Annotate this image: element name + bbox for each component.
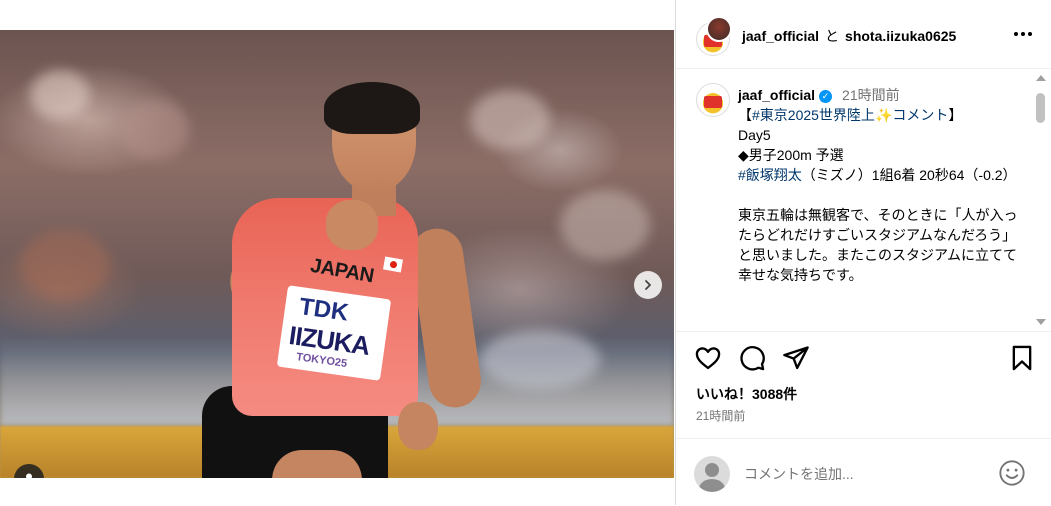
hashtag-link[interactable]: #東京2025世界陸上	[752, 107, 875, 123]
athlete-hand	[398, 402, 438, 450]
athlete-arm	[407, 225, 485, 411]
caption-timestamp: 21時間前	[842, 87, 900, 103]
paper-plane-icon	[783, 346, 809, 370]
caption-line: Day5	[738, 127, 771, 143]
sparkle-emoji: ✨	[874, 107, 893, 123]
verified-badge-icon: ✓	[819, 90, 833, 103]
caption-line: 【#東京2025世界陸上✨コメント】	[738, 105, 1022, 125]
caption-fragment: 【	[738, 107, 752, 123]
author-joiner: と	[825, 28, 840, 44]
post-authors: jaaf_official と shota.iizuka0625	[742, 26, 956, 46]
heart-icon	[695, 347, 721, 370]
scroll-down-arrow-icon[interactable]	[1036, 319, 1046, 325]
caption-line: ◆男子200m 予選	[738, 147, 844, 163]
emoji-button[interactable]	[998, 459, 1026, 487]
carousel-next-button[interactable]	[634, 271, 662, 299]
author-link[interactable]: jaaf_official	[742, 28, 819, 44]
caption-fragment: （ミズノ）1組6着 20秒64（-0.2）	[801, 167, 1017, 183]
caption-text: 【#東京2025世界陸上✨コメント】 Day5 ◆男子200m 予選 #飯塚翔太…	[738, 105, 1022, 285]
scroll-up-arrow-icon[interactable]	[1036, 75, 1046, 81]
avatar[interactable]	[706, 16, 732, 42]
caption-fragment: 】	[948, 107, 963, 123]
hashtag-link[interactable]: #飯塚翔太	[738, 167, 802, 183]
likes-count[interactable]: いいね！3088件	[696, 384, 797, 404]
comment-composer	[676, 438, 1051, 506]
avatar	[694, 456, 730, 492]
author-link[interactable]: shota.iizuka0625	[845, 28, 956, 44]
post-media[interactable]: JAPAN TDK IIZUKA TOKYO25	[0, 30, 674, 478]
avatar[interactable]	[696, 83, 730, 117]
more-horizontal-icon	[1014, 32, 1032, 36]
athlete-leg	[272, 450, 362, 478]
caption-fragment: コメント	[892, 107, 949, 123]
caption-username[interactable]: jaaf_official	[738, 87, 815, 103]
race-bib: TDK IIZUKA TOKYO25	[276, 285, 392, 381]
user-tag-icon	[26, 473, 32, 478]
post-sidebar: jaaf_official と shota.iizuka0625 jaaf_offi…	[675, 0, 1051, 505]
action-bar	[676, 344, 1051, 380]
comment-button[interactable]	[738, 344, 768, 374]
caption-header: jaaf_official ✓ 21時間前	[738, 85, 900, 105]
save-button[interactable]	[1008, 344, 1038, 374]
comment-bubble-icon	[740, 346, 765, 371]
caption-paragraph: 東京五輪は無観客で、そのときに「人が入ったらどれだけすごいスタジアムなんだろう」…	[738, 207, 1018, 283]
bookmark-icon	[1012, 345, 1032, 371]
scrollbar-thumb[interactable]	[1036, 93, 1045, 123]
caption-scrollbar[interactable]	[1036, 75, 1046, 325]
comment-input[interactable]	[742, 461, 986, 487]
athlete-figure: JAPAN TDK IIZUKA TOKYO25	[0, 30, 674, 478]
post-timestamp[interactable]: 21時間前	[696, 407, 745, 424]
chevron-right-icon	[645, 280, 651, 290]
share-button[interactable]	[782, 344, 812, 374]
more-options-button[interactable]	[1008, 20, 1038, 48]
smiley-icon	[999, 460, 1025, 486]
caption-section: jaaf_official ✓ 21時間前 【#東京2025世界陸上✨コメント】 D…	[676, 69, 1051, 332]
athlete-fist	[326, 200, 378, 250]
post-header: jaaf_official と shota.iizuka0625	[676, 0, 1051, 69]
caption-line: #飯塚翔太（ミズノ）1組6着 20秒64（-0.2）	[738, 165, 1022, 185]
like-button[interactable]	[694, 344, 724, 374]
athlete-hair	[324, 82, 420, 134]
